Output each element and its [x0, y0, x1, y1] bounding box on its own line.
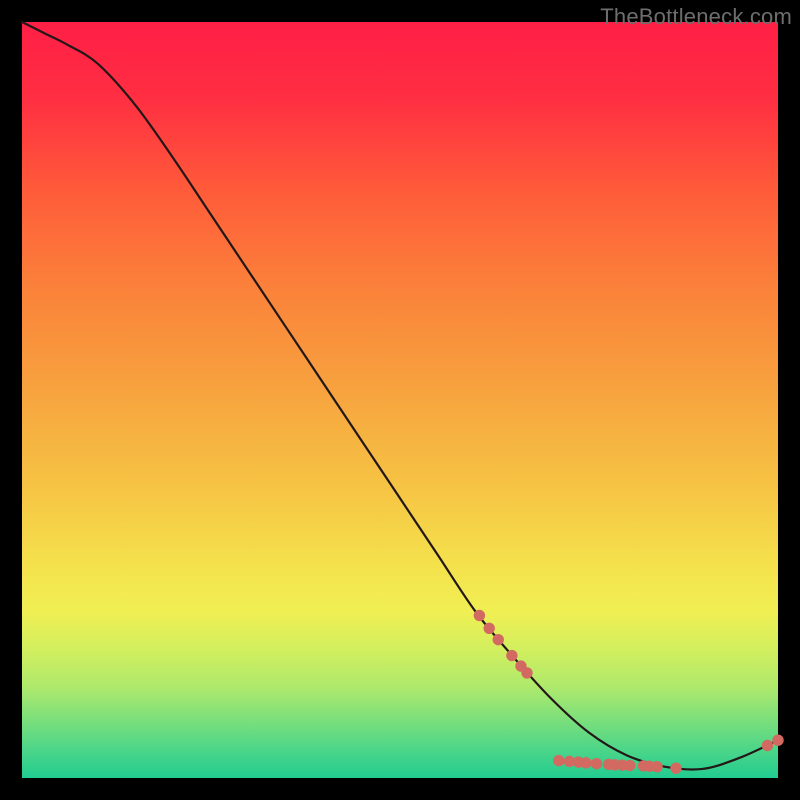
data-marker — [591, 758, 601, 768]
watermark-text: TheBottleneck.com — [600, 4, 792, 30]
chart-plot-area — [22, 22, 778, 778]
bottleneck-curve-line — [22, 22, 778, 770]
data-marker — [484, 623, 494, 633]
data-marker — [493, 634, 503, 644]
data-marker — [554, 755, 564, 765]
chart-stage: TheBottleneck.com — [0, 0, 800, 800]
data-marker — [671, 763, 681, 773]
data-marker — [652, 761, 662, 771]
marker-layer — [474, 610, 783, 773]
data-marker — [522, 668, 532, 678]
chart-svg — [22, 22, 778, 778]
data-marker — [581, 758, 591, 768]
data-marker — [507, 650, 517, 660]
data-marker — [474, 610, 484, 620]
data-marker — [762, 740, 772, 750]
data-marker — [625, 760, 635, 770]
data-marker — [773, 735, 783, 745]
